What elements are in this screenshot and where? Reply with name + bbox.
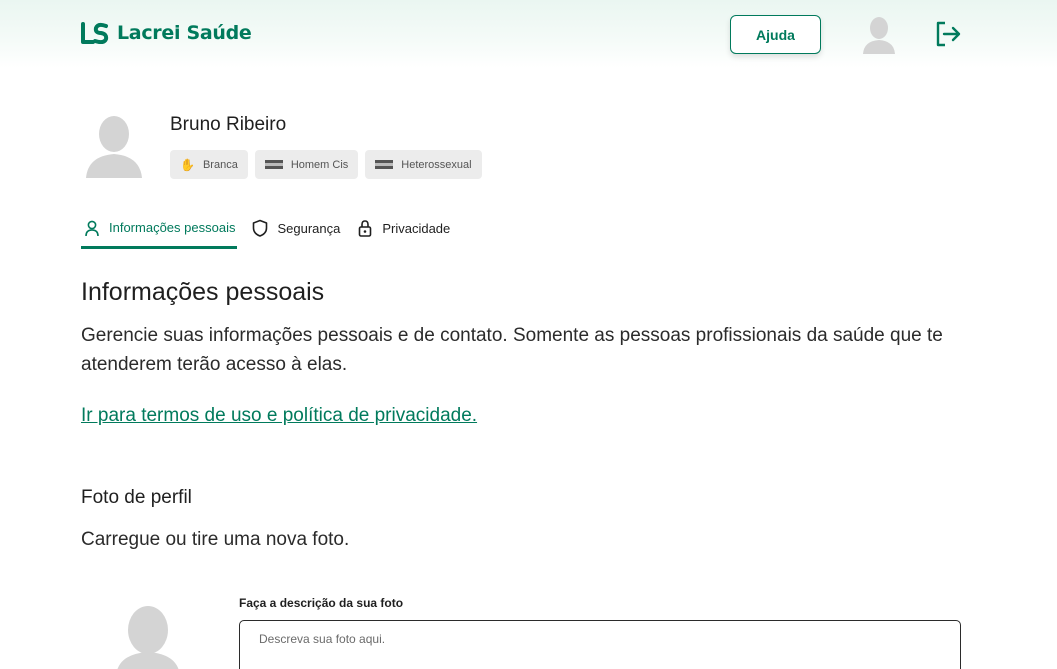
tab-privacy[interactable]: Privacidade xyxy=(354,212,452,244)
profile-tabs: Informações pessoais Segurança Privacida… xyxy=(81,212,464,249)
logo-text: Lacrei Saúde xyxy=(117,22,252,44)
chip-ethnicity: ✋ Branca xyxy=(170,150,248,179)
chip-label: Homem Cis xyxy=(290,158,349,171)
profile-photo-placeholder[interactable] xyxy=(112,604,184,669)
photo-section-description: Carregue ou tire uma nova foto. xyxy=(81,529,350,550)
tab-personal-info[interactable]: Informações pessoais xyxy=(81,212,238,249)
photo-description-input[interactable] xyxy=(239,620,961,669)
photo-section-title: Foto de perfil xyxy=(81,487,192,508)
user-name: Bruno Ribeiro xyxy=(170,114,287,135)
hand-icon: ✋ xyxy=(180,157,195,172)
shield-icon xyxy=(253,219,268,237)
user-avatar-icon[interactable] xyxy=(860,14,898,54)
tab-label: Privacidade xyxy=(382,220,451,236)
identity-chips: ✋ Branca Homem Cis Heterossexual xyxy=(170,150,482,179)
profile-avatar xyxy=(86,116,142,178)
user-icon xyxy=(85,220,99,236)
chip-label: Branca xyxy=(202,158,238,171)
flag-icon xyxy=(375,159,394,170)
help-button[interactable]: Ajuda xyxy=(730,15,821,54)
section-description: Gerencie suas informações pessoais e de … xyxy=(81,325,943,375)
photo-description-label: Faça a descrição da sua foto xyxy=(239,596,404,610)
lock-icon xyxy=(359,220,372,237)
lacrei-logo[interactable]: Lacrei Saúde xyxy=(81,22,252,44)
section-title: Informações pessoais xyxy=(81,278,325,306)
tab-security[interactable]: Segurança xyxy=(249,212,342,244)
tab-label: Segurança xyxy=(277,220,341,236)
logout-icon[interactable] xyxy=(934,20,962,48)
terms-link[interactable]: Ir para termos de uso e política de priv… xyxy=(81,405,477,427)
chip-orientation: Heterossexual xyxy=(365,150,482,179)
chip-label: Heterossexual xyxy=(401,158,472,171)
chip-gender: Homem Cis xyxy=(254,150,359,179)
top-bar: Lacrei Saúde Ajuda xyxy=(0,0,1057,68)
logo-mark-icon xyxy=(81,22,109,44)
tab-label: Informações pessoais xyxy=(109,220,236,235)
flag-icon xyxy=(264,159,283,170)
